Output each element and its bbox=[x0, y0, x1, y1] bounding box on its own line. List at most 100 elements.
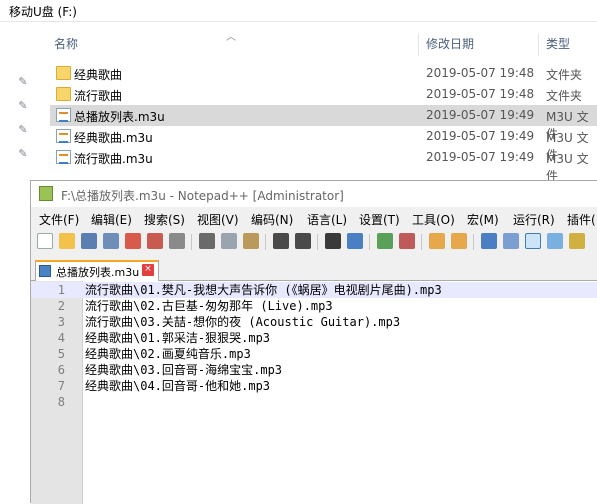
redo-icon[interactable] bbox=[295, 233, 311, 249]
line-text: 经典歌曲\01.郭采洁-狠狠哭.mp3 bbox=[85, 331, 271, 345]
pin-icon[interactable]: ✎ bbox=[18, 100, 28, 112]
cut-icon[interactable] bbox=[199, 233, 215, 249]
code-line[interactable]: 8 bbox=[31, 394, 597, 410]
code-line[interactable]: 7 经典歌曲\04.回音哥-他和她.mp3 bbox=[31, 378, 597, 394]
file-row-selected[interactable]: 总播放列表.m3u 2019-05-07 19:49 M3U 文件 bbox=[50, 105, 597, 141]
code-line[interactable]: 4 经典歌曲\01.郭采洁-狠狠哭.mp3 bbox=[31, 330, 597, 346]
save-icon[interactable] bbox=[81, 233, 97, 249]
playlist-file-icon bbox=[56, 150, 71, 164]
code-line[interactable]: 2 流行歌曲\02.古巨基-匆匆那年 (Live).mp3 bbox=[31, 298, 597, 314]
file-date: 2019-05-07 19:49 bbox=[426, 129, 535, 143]
pin-icon[interactable]: ✎ bbox=[18, 76, 28, 88]
file-row-folder[interactable]: 流行歌曲 2019-05-07 19:48 文件夹 bbox=[50, 84, 597, 105]
file-row[interactable]: 流行歌曲.m3u 2019-05-07 19:49 M3U 文件 bbox=[50, 147, 597, 183]
file-name: 总播放列表.m3u bbox=[74, 110, 165, 124]
menu-edit[interactable]: 编辑(E) bbox=[91, 211, 132, 228]
npp-titlebar[interactable]: F:\总播放列表.m3u - Notepad++ [Administrator] bbox=[31, 181, 597, 207]
save-all-icon[interactable] bbox=[103, 233, 119, 249]
show-all-chars-icon[interactable] bbox=[503, 233, 519, 249]
code-line[interactable]: 6 经典歌曲\03.回音哥-海绵宝宝.mp3 bbox=[31, 362, 597, 378]
explorer-title: 移动U盘 (F:) bbox=[0, 0, 597, 22]
toolbar bbox=[31, 229, 597, 255]
notepad-plus-plus-window: F:\总播放列表.m3u - Notepad++ [Administrator]… bbox=[30, 180, 597, 504]
line-number: 8 bbox=[57, 395, 65, 409]
file-row-folder[interactable]: 经典歌曲 2019-05-07 19:48 文件夹 bbox=[50, 63, 597, 84]
file-explorer-window: 移动U盘 (F:) 名称 ︿ 修改日期 类型 ✎ ✎ ✎ ✎ 经典歌曲 2019… bbox=[0, 0, 597, 183]
file-date: 2019-05-07 19:48 bbox=[426, 66, 535, 80]
tab-bar: 总播放列表.m3u × bbox=[31, 257, 597, 281]
file-date: 2019-05-07 19:48 bbox=[426, 87, 535, 101]
sync-horizontal-icon[interactable] bbox=[451, 233, 467, 249]
find-icon[interactable] bbox=[325, 233, 341, 249]
line-number: 2 bbox=[57, 299, 65, 313]
file-row[interactable]: 经典歌曲.m3u 2019-05-07 19:49 M3U 文件 bbox=[50, 126, 597, 162]
menu-settings[interactable]: 设置(T) bbox=[359, 211, 400, 228]
menu-encoding[interactable]: 编码(N) bbox=[251, 211, 293, 228]
file-type: 文件夹 bbox=[546, 89, 583, 103]
copy-icon[interactable] bbox=[221, 233, 237, 249]
doc-map-icon[interactable] bbox=[547, 233, 563, 249]
code-line[interactable]: 1 流行歌曲\01.樊凡-我想大声告诉你 (《蜗居》电视剧片尾曲).mp3 bbox=[31, 282, 597, 298]
undo-icon[interactable] bbox=[273, 233, 289, 249]
menu-view[interactable]: 视图(V) bbox=[197, 211, 239, 228]
line-text: 流行歌曲\03.关喆-想你的夜 (Acoustic Guitar).mp3 bbox=[85, 315, 401, 329]
column-header-type[interactable]: 类型 bbox=[540, 30, 570, 58]
zoom-in-icon[interactable] bbox=[377, 233, 393, 249]
sync-vertical-icon[interactable] bbox=[429, 233, 445, 249]
open-file-icon[interactable] bbox=[59, 233, 75, 249]
line-number: 6 bbox=[57, 363, 65, 377]
playlist-file-icon bbox=[56, 129, 71, 143]
file-type: M3U 文件 bbox=[546, 152, 589, 183]
file-name: 经典歌曲 bbox=[74, 68, 123, 82]
indent-guide-icon[interactable] bbox=[525, 233, 541, 249]
file-date: 2019-05-07 19:49 bbox=[426, 108, 535, 122]
function-list-icon[interactable] bbox=[569, 233, 585, 249]
editor-area[interactable]: 1 流行歌曲\01.樊凡-我想大声告诉你 (《蜗居》电视剧片尾曲).mp3 2 … bbox=[31, 281, 597, 504]
close-all-icon[interactable] bbox=[147, 233, 163, 249]
menu-file[interactable]: 文件(F) bbox=[39, 211, 79, 228]
file-date: 2019-05-07 19:49 bbox=[426, 150, 535, 164]
column-header-date[interactable]: 修改日期 bbox=[420, 30, 474, 58]
menu-plugins[interactable]: 插件( bbox=[567, 211, 596, 228]
file-name: 经典歌曲.m3u bbox=[74, 131, 153, 145]
paste-icon[interactable] bbox=[243, 233, 259, 249]
print-icon[interactable] bbox=[169, 233, 185, 249]
pin-icon[interactable]: ✎ bbox=[18, 124, 28, 136]
pin-icon[interactable]: ✎ bbox=[18, 148, 28, 160]
toolbar-separator bbox=[317, 234, 318, 250]
toolbar-separator bbox=[421, 234, 422, 250]
menu-tools[interactable]: 工具(O) bbox=[412, 211, 455, 228]
toolbar-separator bbox=[265, 234, 266, 250]
line-text: 经典歌曲\04.回音哥-他和她.mp3 bbox=[85, 379, 271, 393]
menu-search[interactable]: 搜索(S) bbox=[144, 211, 185, 228]
line-text: 流行歌曲\02.古巨基-匆匆那年 (Live).mp3 bbox=[85, 299, 333, 313]
column-divider[interactable] bbox=[418, 34, 419, 56]
menu-bar: 文件(F) 编辑(E) 搜索(S) 视图(V) 编码(N) 语言(L) 设置(T… bbox=[31, 207, 597, 229]
word-wrap-icon[interactable] bbox=[481, 233, 497, 249]
menu-macro[interactable]: 宏(M) bbox=[467, 211, 499, 228]
line-number: 4 bbox=[57, 331, 65, 345]
notepad-app-icon bbox=[39, 186, 53, 201]
file-name: 流行歌曲 bbox=[74, 89, 123, 103]
column-divider[interactable] bbox=[538, 34, 539, 56]
toolbar-separator bbox=[191, 234, 192, 250]
line-text: 经典歌曲\02.画夏纯音乐.mp3 bbox=[85, 347, 251, 361]
line-number: 3 bbox=[57, 315, 65, 329]
column-header-name[interactable]: 名称 bbox=[48, 30, 78, 58]
folder-icon bbox=[56, 87, 71, 101]
menu-language[interactable]: 语言(L) bbox=[307, 211, 347, 228]
code-line[interactable]: 5 经典歌曲\02.画夏纯音乐.mp3 bbox=[31, 346, 597, 362]
line-number: 7 bbox=[57, 379, 65, 393]
code-line[interactable]: 3 流行歌曲\03.关喆-想你的夜 (Acoustic Guitar).mp3 bbox=[31, 314, 597, 330]
window-title: F:\总播放列表.m3u - Notepad++ [Administrator] bbox=[61, 189, 344, 203]
zoom-out-icon[interactable] bbox=[399, 233, 415, 249]
menu-run[interactable]: 运行(R) bbox=[513, 211, 555, 228]
line-number: 5 bbox=[57, 347, 65, 361]
tab-playlist-file[interactable]: 总播放列表.m3u × bbox=[35, 260, 159, 281]
line-text: 经典歌曲\03.回音哥-海绵宝宝.mp3 bbox=[85, 363, 283, 377]
tab-close-icon[interactable]: × bbox=[142, 264, 154, 276]
new-file-icon[interactable] bbox=[37, 233, 53, 249]
line-text: 流行歌曲\01.樊凡-我想大声告诉你 (《蜗居》电视剧片尾曲).mp3 bbox=[85, 283, 442, 297]
replace-icon[interactable] bbox=[347, 233, 363, 249]
close-icon[interactable] bbox=[125, 233, 141, 249]
